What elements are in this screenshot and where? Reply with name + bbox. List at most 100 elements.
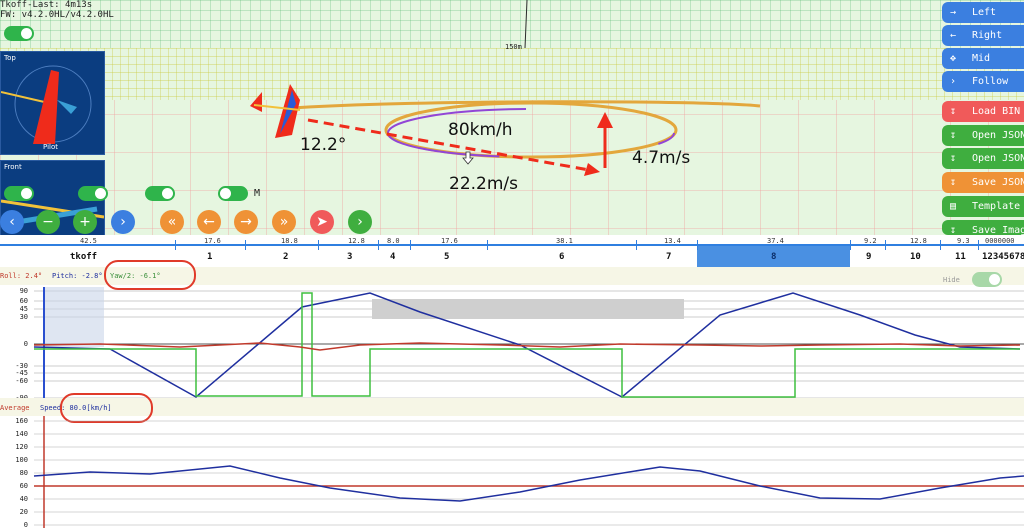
minus-icon: − — [42, 214, 54, 230]
selection-band — [372, 299, 684, 319]
segment-label[interactable]: 2 — [283, 252, 288, 262]
hide-toggle[interactable] — [972, 272, 1002, 287]
attitude-chart-canvas — [33, 287, 1024, 405]
segment-duration: 17.6 — [441, 237, 458, 245]
speed-chart[interactable] — [0, 416, 1024, 528]
roll-readout: Roll: 2.4° — [0, 272, 43, 280]
timeline-tick — [636, 240, 637, 250]
timeline-tick — [697, 240, 698, 250]
segment-label[interactable]: 4 — [390, 252, 395, 262]
timeline-tick — [378, 240, 379, 250]
speed-header — [0, 398, 1024, 416]
prev-button[interactable]: ← — [197, 210, 221, 234]
front-view-label: Front — [4, 163, 22, 171]
scroll-left-button[interactable]: ‹ — [0, 210, 24, 234]
timeline-tick — [175, 240, 176, 250]
segment-label[interactable]: 5 — [444, 252, 449, 262]
segment-label[interactable]: 9 — [866, 252, 871, 262]
segment-label[interactable]: 3 — [347, 252, 352, 262]
front-toggle-1[interactable] — [4, 186, 34, 201]
file-icon: ▤ — [950, 201, 957, 212]
save-json-button[interactable]: ↧ Save JSON — [942, 172, 1024, 193]
segment-label[interactable]: 11 — [955, 252, 966, 262]
segment-duration: 38.1 — [556, 237, 573, 245]
chevron-right-icon: › — [357, 214, 363, 230]
nav-right-button[interactable]: ← Right — [942, 25, 1024, 46]
speed-series — [33, 465, 1024, 502]
nav-mid-button[interactable]: ✥ Mid — [942, 48, 1024, 69]
y-tick-label: 160 — [15, 417, 28, 425]
download-icon: ↧ — [950, 106, 957, 117]
segment-label[interactable]: 12345678 — [982, 252, 1024, 262]
y-tick-label: 90 — [19, 287, 28, 295]
altitude-marker: 150m — [505, 43, 522, 51]
scroll-right-button[interactable]: › — [111, 210, 135, 234]
pilot-label: Pilot — [43, 143, 58, 151]
save-image-button[interactable]: ↧Save Image — [942, 220, 1024, 235]
y-tick-label: 140 — [15, 430, 28, 438]
top-view-canvas — [1, 65, 92, 144]
next-button[interactable]: → — [234, 210, 258, 234]
grid-far — [0, 0, 1024, 48]
flight-3d-scene[interactable]: Tkoff-Last: 4m13s FW: v4.2.0HL/v4.2.0HL … — [0, 0, 1024, 235]
attitude-chart[interactable] — [0, 287, 1024, 405]
open-json-button[interactable]: ↧ Open JSON — [942, 125, 1024, 146]
send-button[interactable]: ➤ — [310, 210, 334, 234]
grid-mid — [0, 48, 1024, 100]
download-icon: ↧ — [950, 225, 957, 235]
segment-label[interactable]: 6 — [559, 252, 564, 262]
double-chevron-right-icon: » — [279, 214, 289, 230]
move-icon: ✥ — [950, 53, 957, 64]
y-tick-label: 40 — [19, 495, 28, 503]
climb-rate-label: 4.7m/s — [632, 148, 691, 168]
segment-duration: 0000000 — [985, 237, 1015, 245]
y-tick-label: 120 — [15, 443, 28, 451]
arrow-left-icon: ← — [203, 214, 215, 230]
nav-left-button[interactable]: → Left — [942, 2, 1024, 23]
hide-label: Hide — [943, 276, 960, 284]
chevron-left-icon: ‹ — [9, 214, 15, 230]
open-json-button-2[interactable]: ↧ Open JSON — [942, 148, 1024, 169]
bank-angle-label: 12.2° — [300, 135, 347, 155]
forward-button[interactable]: › — [348, 210, 372, 234]
front-toggle-2[interactable] — [78, 186, 108, 201]
timeline-tick — [245, 240, 246, 250]
first-button[interactable]: « — [160, 210, 184, 234]
mode-toggle[interactable] — [218, 186, 248, 201]
pitch-readout: Pitch: -2.8° — [52, 272, 103, 280]
segment-label[interactable]: tkoff — [70, 252, 97, 262]
template-button[interactable]: ▤ Template — [942, 196, 1024, 217]
nav-follow-button[interactable]: › Follow — [942, 71, 1024, 92]
chevron-right-icon: › — [950, 76, 957, 87]
segment-duration: 9.3 — [957, 237, 970, 245]
arrow-left-icon: ← — [950, 30, 957, 41]
zoom-out-button[interactable]: − — [36, 210, 60, 234]
mode-toggle-label: M — [254, 188, 261, 199]
load-bin-button[interactable]: ↧ Load BIN — [942, 101, 1024, 122]
y-tick-label: 100 — [15, 456, 28, 464]
firmware-version: FW: v4.2.0HL/v4.2.0HL — [0, 10, 114, 20]
y-tick-label: -45 — [15, 369, 28, 377]
segment-label[interactable]: 1 — [207, 252, 212, 262]
average-label: Average — [0, 404, 30, 412]
segment-label-selected[interactable]: 8 — [771, 252, 776, 262]
last-button[interactable]: » — [272, 210, 296, 234]
segment-label[interactable]: 10 — [910, 252, 921, 262]
arrow-right-icon: → — [950, 7, 957, 18]
speed-label: 80km/h — [448, 120, 513, 140]
takeoff-info: Tkoff-Last: 4m13s — [0, 0, 93, 10]
top-view-panel[interactable]: Top Pilot — [0, 51, 105, 155]
plus-icon: + — [79, 214, 91, 230]
timeline-tick — [885, 240, 886, 250]
y-tick-label: 30 — [19, 313, 28, 321]
y-tick-label: -60 — [15, 377, 28, 385]
timeline-tick — [978, 240, 979, 250]
segment-label[interactable]: 7 — [666, 252, 671, 262]
scene-toggle[interactable] — [4, 26, 34, 41]
zoom-in-button[interactable]: + — [73, 210, 97, 234]
sink-rate-label: 22.2m/s — [449, 174, 518, 194]
segment-duration: 12.8 — [910, 237, 927, 245]
timeline-tick — [410, 240, 411, 250]
scene-toggle-3[interactable] — [145, 186, 175, 201]
download-icon: ↧ — [950, 177, 957, 188]
